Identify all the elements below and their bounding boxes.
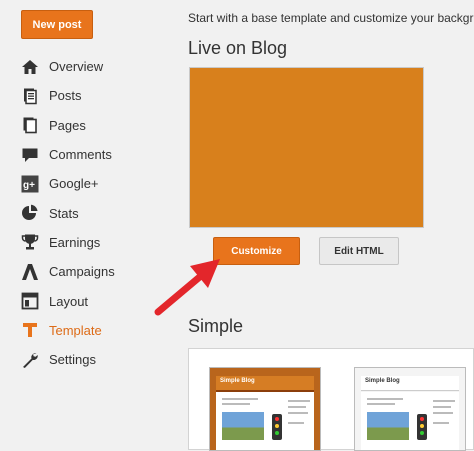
comment-icon: [21, 146, 39, 164]
sidebar-item-label: Layout: [49, 293, 89, 309]
main-content: Start with a base template and customize…: [188, 0, 474, 451]
sidebar-item-comments[interactable]: Comments: [0, 140, 180, 169]
intro-text: Start with a base template and customize…: [188, 11, 474, 25]
simple-template-gallery: Simple Blog Simple Blog: [188, 348, 474, 451]
traffic-light-image: [272, 414, 282, 440]
sidebar-item-label: Stats: [49, 205, 79, 221]
red-arrow-icon: [154, 259, 220, 316]
pie-chart-icon: [21, 204, 39, 222]
sidebar-item-label: Comments: [49, 147, 112, 163]
home-icon: [21, 58, 39, 76]
sidebar-item-template[interactable]: Template: [0, 316, 180, 345]
sidebar-item-settings[interactable]: Settings: [0, 345, 180, 374]
sidebar-item-google-plus[interactable]: g+ Google+: [0, 169, 180, 198]
sidebar-item-label: Google+: [49, 176, 99, 192]
thumbnail-blog-name: Simple Blog: [220, 378, 255, 384]
thumbnail-photo: [222, 412, 264, 440]
sidebar-nav: Overview Posts Pages Comments g+ Google+: [0, 52, 180, 374]
sidebar: New post Overview Posts Pages Comments g…: [0, 0, 180, 450]
thumbnail-blog-name: Simple Blog: [365, 378, 400, 384]
thumbnail-photo: [367, 412, 409, 440]
svg-text:g+: g+: [23, 180, 35, 191]
live-on-blog-heading: Live on Blog: [188, 38, 288, 58]
layout-icon: [21, 292, 39, 310]
traffic-light-image: [417, 414, 427, 440]
live-template-preview[interactable]: [189, 67, 424, 228]
template-thumbnail[interactable]: Simple Blog: [209, 367, 321, 451]
template-icon: [21, 321, 39, 339]
sidebar-item-stats[interactable]: Stats: [0, 198, 180, 227]
template-thumbnail[interactable]: Simple Blog: [354, 367, 466, 451]
posts-icon: [21, 87, 39, 105]
sidebar-item-posts[interactable]: Posts: [0, 81, 180, 110]
thumbnail-content: [216, 392, 314, 450]
sidebar-item-label: Campaigns: [49, 264, 115, 280]
pages-icon: [21, 116, 39, 134]
trophy-icon: [21, 233, 39, 251]
sidebar-item-label: Posts: [49, 88, 82, 104]
wrench-icon: [21, 351, 39, 369]
sidebar-item-pages[interactable]: Pages: [0, 111, 180, 140]
sidebar-item-overview[interactable]: Overview: [0, 52, 180, 81]
campaigns-icon: [21, 263, 39, 281]
sidebar-item-label: Overview: [49, 59, 104, 75]
google-plus-icon: g+: [21, 175, 39, 193]
sidebar-item-label: Earnings: [49, 234, 101, 250]
new-post-button[interactable]: New post: [21, 10, 93, 39]
thumbnail-content: [361, 392, 459, 450]
sidebar-item-label: Pages: [49, 117, 86, 133]
edit-html-button[interactable]: Edit HTML: [319, 237, 399, 265]
sidebar-item-label: Settings: [49, 352, 96, 368]
sidebar-item-label: Template: [49, 322, 102, 338]
